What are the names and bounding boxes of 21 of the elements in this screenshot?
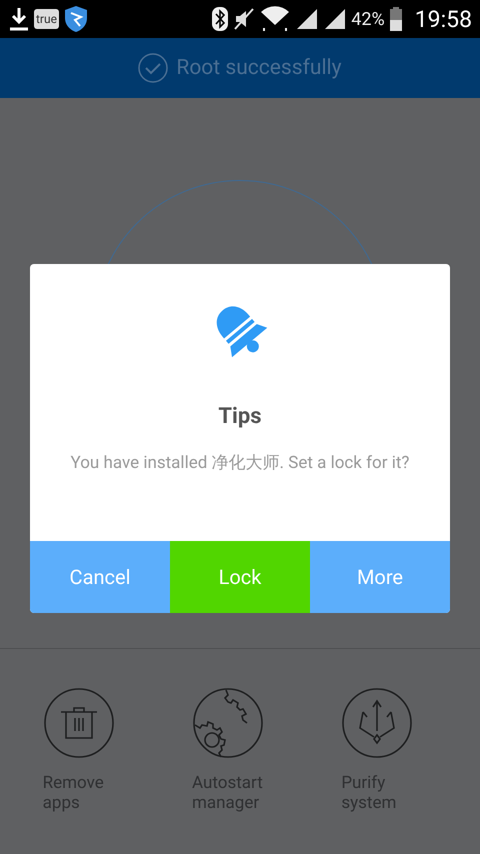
dialog-button[interactable]: Cancel	[30, 541, 170, 613]
battery-icon	[388, 7, 403, 31]
signal-icon	[295, 7, 320, 31]
bluetooth-icon	[211, 6, 230, 32]
trash-icon	[42, 687, 115, 759]
dialog-title: Tips	[218, 404, 262, 429]
notification-badge: true	[34, 9, 59, 29]
dialog-message: You have installed 净化大师. Set a lock for it?	[70, 452, 410, 475]
status-title: Root successfully	[176, 56, 342, 80]
dialog-button[interactable]: Lock	[170, 541, 310, 613]
check-icon	[138, 53, 168, 83]
download-icon	[8, 6, 30, 32]
wifi-icon	[259, 5, 292, 33]
gears-icon	[192, 687, 264, 759]
trident-icon	[341, 687, 414, 759]
mute-icon	[233, 7, 256, 31]
dialog-button[interactable]: More	[310, 541, 450, 613]
battery-percent: 42%	[351, 8, 385, 30]
signal-icon	[323, 7, 348, 31]
shield-icon	[62, 5, 89, 33]
clock: 19:58	[414, 6, 472, 32]
